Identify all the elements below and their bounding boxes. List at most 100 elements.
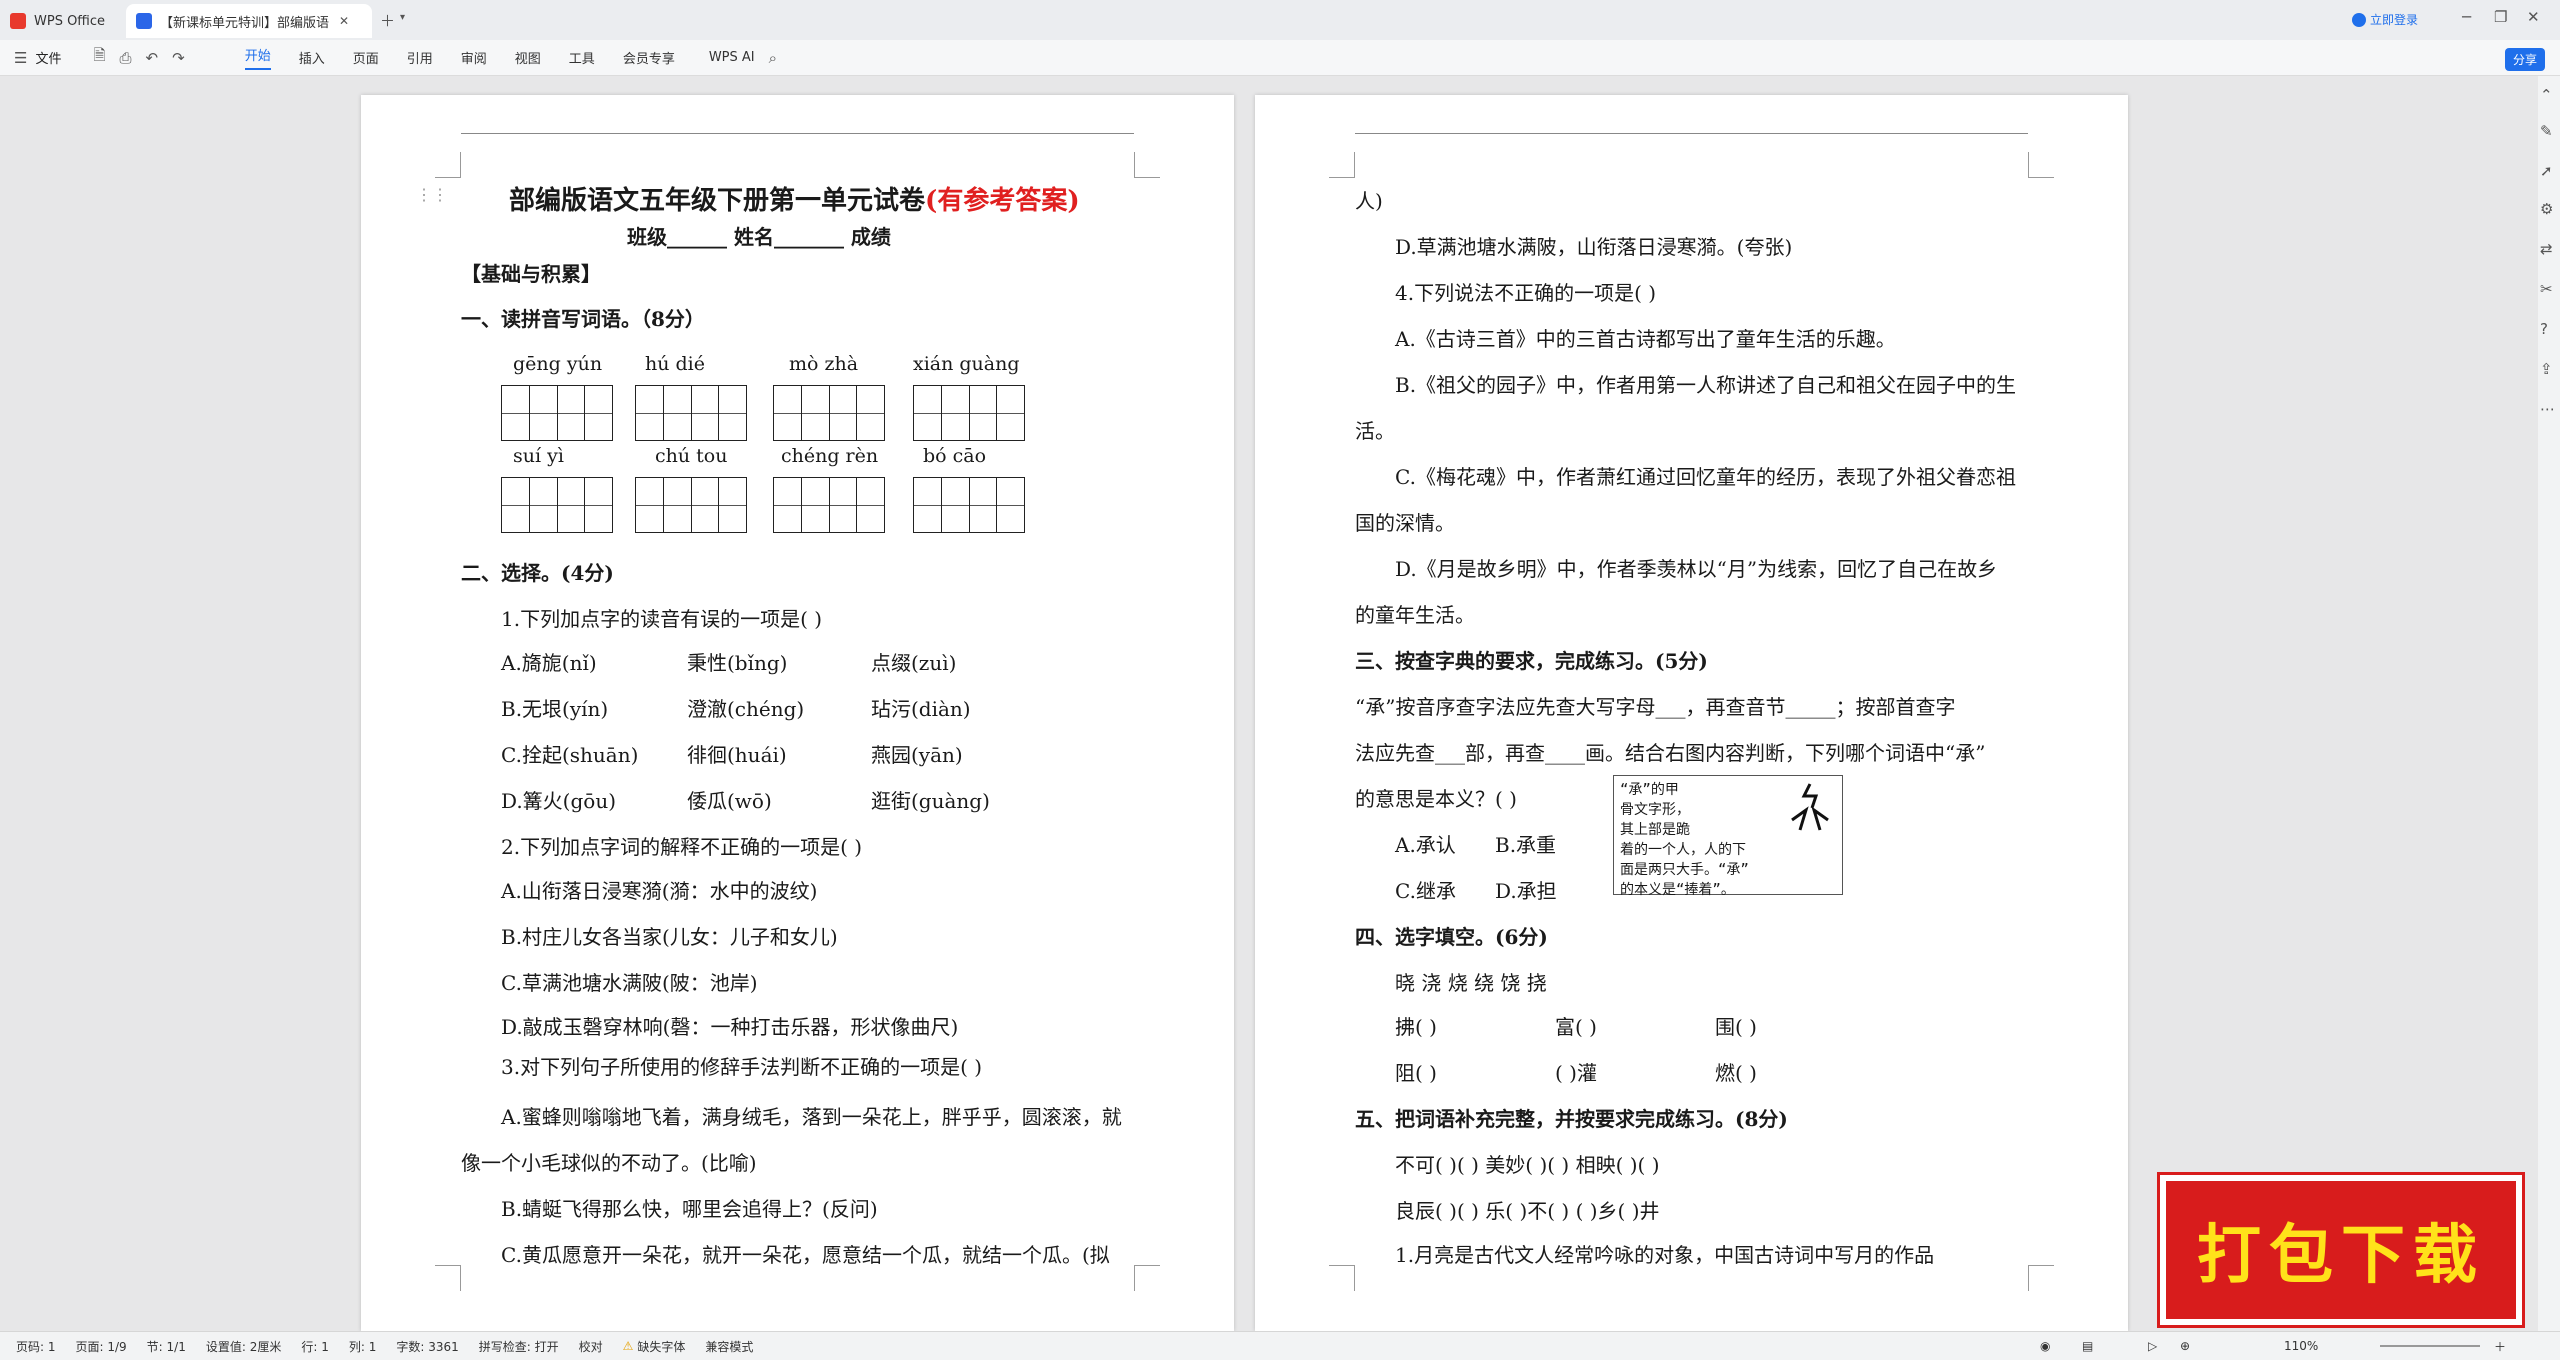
select-icon[interactable]: ➚: [2540, 162, 2553, 180]
more-icon[interactable]: ⋯: [2540, 400, 2555, 418]
page-view-icon[interactable]: ▤: [2082, 1339, 2093, 1353]
new-tab-icon[interactable]: ＋: [380, 10, 395, 31]
web-view-icon[interactable]: ⊕: [2180, 1339, 2190, 1353]
option-text: C.继承: [1395, 879, 1456, 903]
doc-title-text: 部编版语文五年级下册第一单元试卷: [509, 186, 926, 216]
pinyin-label: suí yì: [513, 445, 564, 467]
text-line: 法应先查___部，再查____画。结合右图内容判断，下列哪个词语中“承”: [1355, 741, 1986, 765]
option-text: D.篝火(gōu): [501, 789, 617, 813]
corner-mark: [2028, 1265, 2054, 1291]
status-pages[interactable]: 页面: 1/9: [76, 1338, 127, 1355]
status-words[interactable]: 字数: 3361: [396, 1338, 458, 1355]
settings-icon[interactable]: ⚙: [2540, 200, 2553, 218]
pinyin-label: mò zhà: [789, 353, 859, 375]
status-proof[interactable]: 校对: [579, 1338, 603, 1355]
tab-view[interactable]: 视图: [515, 48, 541, 67]
writing-grid[interactable]: [501, 477, 613, 533]
download-badge[interactable]: 打包下载: [2157, 1172, 2525, 1328]
writing-grid[interactable]: [913, 385, 1025, 441]
drag-handle-icon[interactable]: ⋮⋮: [416, 185, 448, 204]
status-setting[interactable]: 设置值: 2厘米: [206, 1338, 282, 1355]
status-page[interactable]: 页码: 1: [16, 1338, 56, 1355]
ribbon-toolbar: ☰ 文件 🗎 ⎙ ↶ ↷ 开始 插入 页面 引用 审阅 视图 工具 会员专享 W…: [0, 40, 2560, 76]
redo-icon[interactable]: ↷: [172, 49, 185, 67]
share-icon[interactable]: ⇪: [2540, 360, 2553, 378]
question-2-1: 1.下列加点字的读音有误的一项是( ): [501, 607, 823, 631]
corner-mark: [1329, 152, 1355, 178]
edit-icon[interactable]: ✎: [2540, 122, 2553, 140]
text-line: A.《古诗三首》中的三首古诗都写出了童年生活的乐趣。: [1395, 327, 1896, 351]
translate-icon[interactable]: ⇄: [2540, 240, 2553, 258]
chevron-down-icon[interactable]: ▾: [400, 12, 405, 23]
wps-logo-icon: [10, 13, 26, 29]
collapse-icon[interactable]: ⌃: [2540, 86, 2553, 104]
tab-document[interactable]: 【新课标单元特训】部编版语 ✕: [126, 4, 372, 38]
option-text: B.无垠(yín): [501, 697, 609, 721]
option-text: B.承重: [1495, 833, 1557, 857]
tab-insert[interactable]: 插入: [299, 48, 325, 67]
pinyin-label: xián guàng: [913, 353, 1020, 375]
pinyin-label: chú tou: [655, 445, 728, 467]
user-icon: [2352, 12, 2366, 27]
share-button[interactable]: 分享: [2505, 48, 2546, 71]
status-font-missing[interactable]: 缺失字体: [637, 1338, 685, 1355]
download-badge-label: 打包下载: [2197, 1219, 2485, 1293]
text-line: 国的深情。: [1355, 511, 1455, 535]
corner-mark: [435, 1265, 461, 1291]
play-icon[interactable]: ▷: [2148, 1339, 2157, 1353]
tools-icon[interactable]: ✂: [2540, 280, 2553, 298]
document-page-1[interactable]: ⋮⋮ 部编版语文五年级下册第一单元试卷(有参考答案) 班级______ 姓名__…: [361, 95, 1234, 1331]
tab-page[interactable]: 页面: [353, 48, 379, 67]
text-line: 人): [1355, 189, 1383, 213]
option-text: C.拴起(shuān): [501, 743, 639, 767]
tab-wps-office[interactable]: WPS Office: [10, 4, 125, 38]
restore-icon[interactable]: ❐: [2494, 8, 2507, 26]
login-button[interactable]: 立即登录: [2352, 11, 2418, 28]
minimize-icon[interactable]: ─: [2462, 8, 2471, 26]
writing-grid[interactable]: [501, 385, 613, 441]
print-icon[interactable]: ⎙: [120, 49, 132, 67]
zoom-level[interactable]: 110%: [2284, 1339, 2318, 1353]
question-2-2: 2.下列加点字词的解释不正确的一项是( ): [501, 835, 863, 859]
close-icon[interactable]: ✕: [339, 14, 349, 28]
writing-grid[interactable]: [635, 477, 747, 533]
status-spellcheck[interactable]: 拼写检查: 打开: [479, 1338, 559, 1355]
eye-icon[interactable]: ◉: [2040, 1339, 2050, 1353]
document-page-2[interactable]: 人) D.草满池塘水满陂，山衔落日浸寒漪。(夸张) 4.下列说法不正确的一项是(…: [1255, 95, 2128, 1331]
dict-line: 的本义是“捧着”。: [1620, 882, 1735, 898]
corner-mark: [1329, 1265, 1355, 1291]
file-menu[interactable]: 文件: [35, 48, 61, 67]
undo-icon[interactable]: ↶: [146, 49, 159, 67]
fill-blank: ( )灌: [1555, 1061, 1597, 1085]
status-bar: 页码: 1 页面: 1/9 节: 1/1 设置值: 2厘米 行: 1 列: 1 …: [0, 1331, 2560, 1360]
dict-line: 面是两只大手。“承”: [1620, 862, 1749, 878]
tab-reference[interactable]: 引用: [407, 48, 433, 67]
zoom-in-icon[interactable]: ＋: [2494, 1338, 2506, 1355]
word-doc-icon: [136, 13, 152, 29]
save-icon[interactable]: 🗎: [93, 45, 105, 70]
text-line: “承”按音序查字法应先查大写字母___，再查音节_____；按部首查字: [1355, 695, 1956, 719]
wps-ai-button[interactable]: WPS AI: [709, 50, 755, 65]
corner-mark: [1134, 152, 1160, 178]
status-section[interactable]: 节: 1/1: [147, 1338, 186, 1355]
writing-grid[interactable]: [773, 385, 885, 441]
header-line: [461, 133, 1134, 134]
writing-grid[interactable]: [635, 385, 747, 441]
tab-tools[interactable]: 工具: [569, 48, 595, 67]
tab-member[interactable]: 会员专享: [623, 48, 675, 67]
window-close-icon[interactable]: ✕: [2527, 8, 2540, 26]
tab-start[interactable]: 开始: [244, 45, 271, 70]
menu-icon[interactable]: ☰: [14, 49, 27, 67]
tab-review[interactable]: 审阅: [461, 48, 487, 67]
question-3-title: 三、按查字典的要求，完成练习。(5分): [1355, 649, 1708, 673]
writing-grid[interactable]: [913, 477, 1025, 533]
help-icon[interactable]: ?: [2540, 320, 2548, 338]
writing-grid[interactable]: [773, 477, 885, 533]
zoom-slider[interactable]: [2380, 1345, 2480, 1347]
text-line: 活。: [1355, 419, 1395, 443]
search-icon[interactable]: ⌕: [769, 49, 777, 67]
question-2-title: 二、选择。(4分): [461, 561, 614, 585]
title-bar: WPS Office 【新课标单元特训】部编版语 ✕ ＋ ▾ 立即登录 ─ ❐ …: [0, 0, 2560, 40]
dictionary-figure: “承”的甲 骨文字形， 其上部是跪 着的一个人，人的下 面是两只大手。“承” 的…: [1613, 775, 1843, 898]
corner-mark: [435, 152, 461, 178]
